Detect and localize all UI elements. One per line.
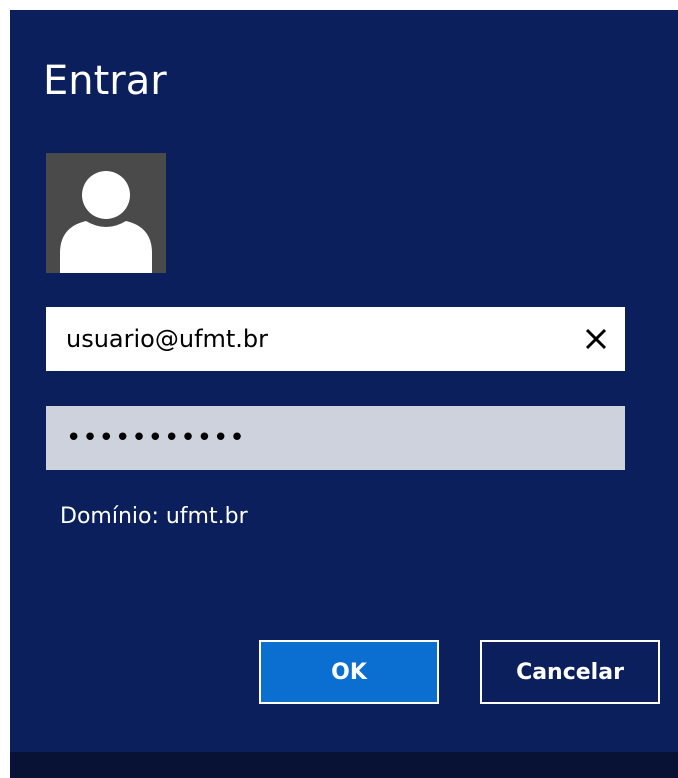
password-input[interactable] — [46, 406, 625, 470]
close-icon — [585, 328, 607, 350]
username-input[interactable] — [46, 307, 625, 371]
taskbar-strip — [10, 752, 678, 778]
domain-label: Domínio: ufmt.br — [60, 504, 248, 529]
password-field[interactable] — [46, 406, 625, 470]
username-field[interactable] — [46, 307, 625, 371]
dialog-title: Entrar — [43, 58, 167, 104]
cancel-button[interactable]: Cancelar — [480, 640, 660, 704]
page: Entrar Domínio: ufmt.br OK Cancelar — [0, 0, 678, 778]
sign-in-dialog: Entrar Domínio: ufmt.br OK Cancelar — [10, 10, 678, 752]
user-avatar-icon — [46, 153, 166, 273]
clear-username-button[interactable] — [567, 307, 625, 371]
ok-button[interactable]: OK — [259, 640, 439, 704]
